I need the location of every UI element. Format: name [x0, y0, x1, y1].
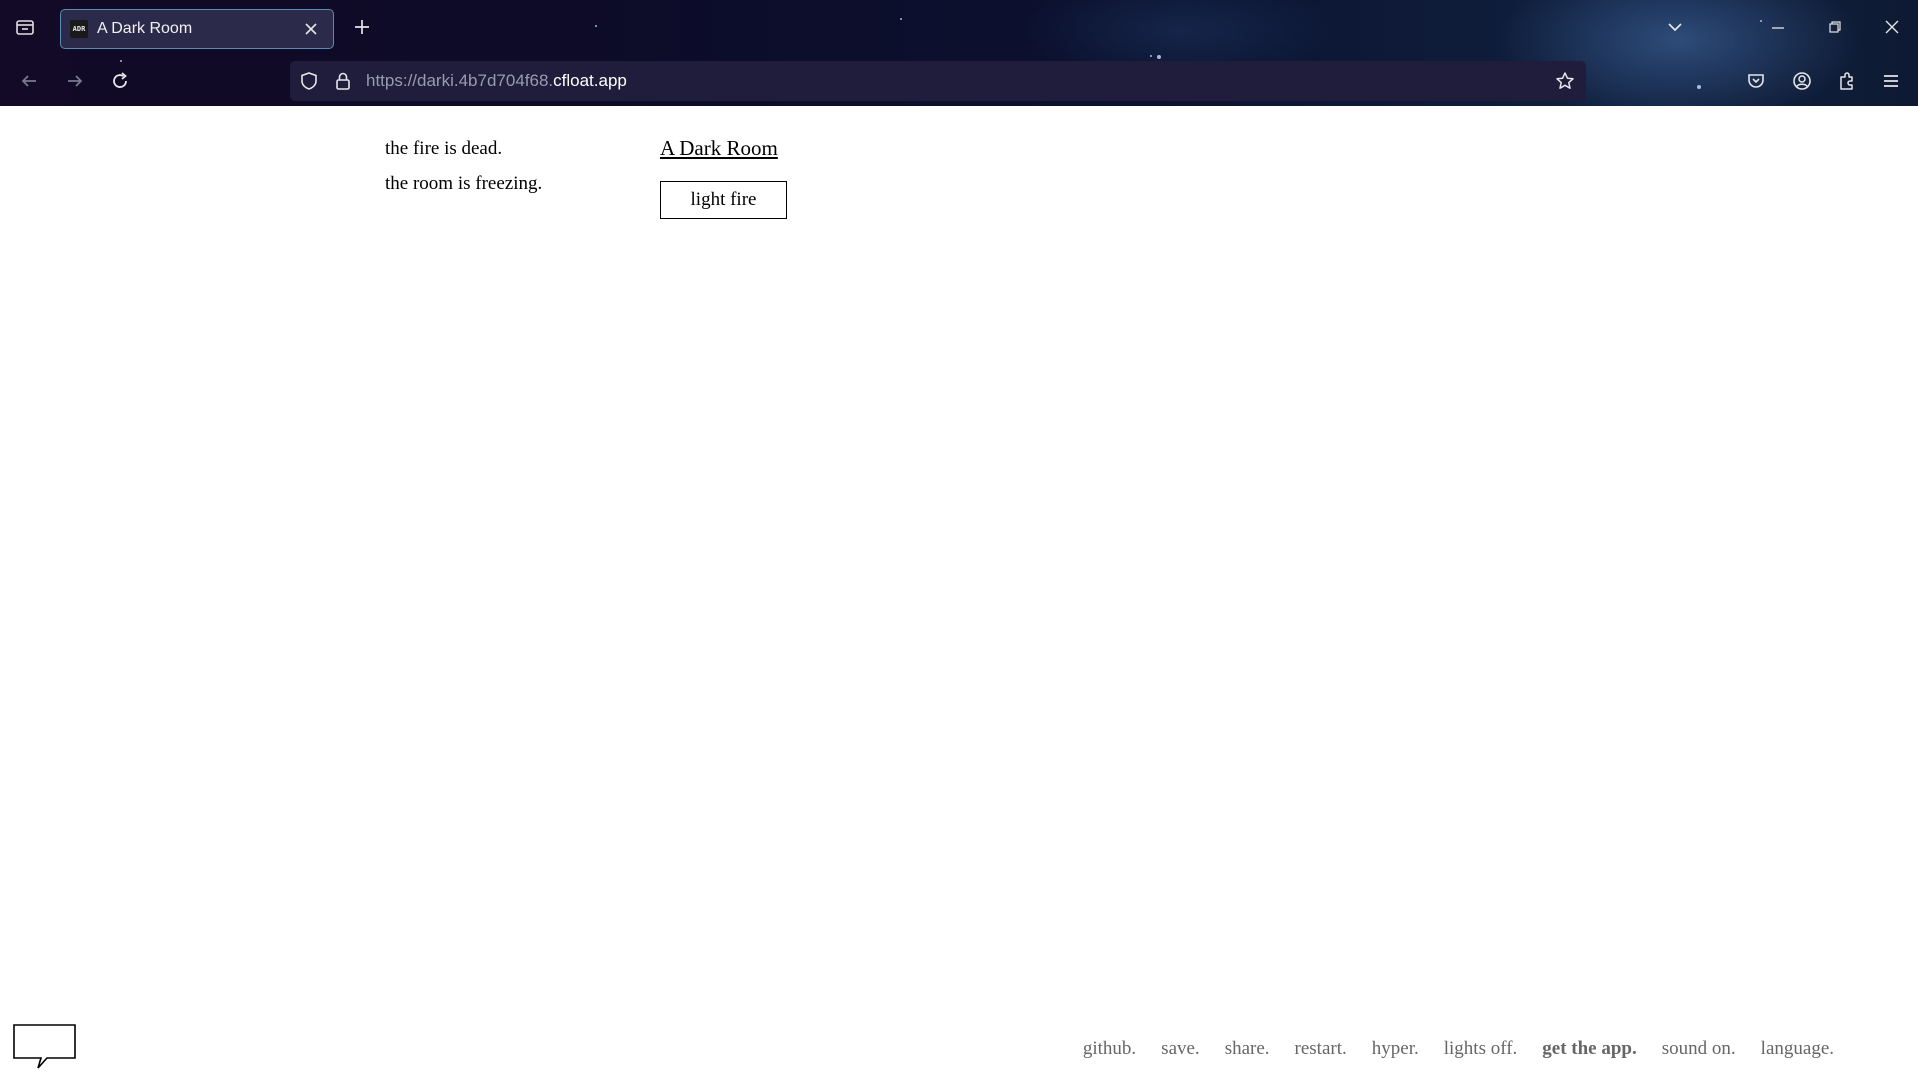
lights-off-link[interactable]: lights off. [1444, 1038, 1518, 1060]
save-link[interactable]: save. [1161, 1038, 1200, 1060]
url-text: https://darki.4b7d704f68.cfloat.app [366, 71, 627, 91]
speech-bubble-icon[interactable] [13, 1024, 77, 1072]
get-the-app-link[interactable]: get the app. [1542, 1038, 1636, 1060]
tab-close-icon[interactable] [301, 19, 321, 39]
star-decoration [1697, 85, 1701, 89]
address-bar[interactable]: https://darki.4b7d704f68.cfloat.app [290, 61, 1586, 101]
language-link[interactable]: language. [1761, 1038, 1834, 1060]
back-arrow-icon[interactable] [18, 70, 40, 92]
tracking-shield-icon[interactable] [298, 70, 320, 92]
minimize-window-icon[interactable] [1767, 16, 1789, 38]
github-link[interactable]: github. [1083, 1038, 1136, 1060]
url-host: cfloat.app [553, 71, 627, 90]
notification-message: the room is freezing. [385, 173, 543, 194]
extensions-puzzle-icon[interactable] [1836, 70, 1858, 92]
restore-window-icon[interactable] [1824, 16, 1846, 38]
sound-on-link[interactable]: sound on. [1662, 1038, 1736, 1060]
tab-list-icon[interactable] [14, 16, 36, 38]
hamburger-menu-icon[interactable] [1880, 70, 1902, 92]
account-icon[interactable] [1791, 70, 1813, 92]
lock-icon[interactable] [332, 70, 354, 92]
tab-title: A Dark Room [97, 20, 193, 37]
notifications-panel: the fire is dead. the room is freezing. [385, 131, 542, 201]
tab-favicon: ADR [70, 20, 88, 38]
browser-tab-active[interactable]: ADR A Dark Room [60, 9, 334, 49]
location-header-room[interactable]: A Dark Room [660, 131, 778, 166]
restart-link[interactable]: restart. [1295, 1038, 1347, 1060]
notification-message: the fire is dead. [385, 138, 503, 159]
game-page: the fire is dead. the room is freezing. … [0, 106, 1918, 1078]
star-decoration [595, 25, 597, 27]
share-link[interactable]: share. [1225, 1038, 1270, 1060]
star-decoration [1157, 55, 1161, 59]
new-tab-icon[interactable] [351, 16, 373, 38]
light-fire-button[interactable]: light fire [660, 181, 787, 219]
star-decoration [120, 60, 122, 62]
browser-chrome: ADR A Dark Room https://darki.4b7d704f68… [0, 0, 1918, 106]
forward-arrow-icon[interactable] [64, 70, 86, 92]
star-decoration [900, 18, 902, 20]
footer-menu: github. save. share. restart. hyper. lig… [1058, 1038, 1834, 1060]
reload-icon[interactable] [109, 70, 131, 92]
star-decoration [1760, 20, 1762, 22]
bookmark-star-icon[interactable] [1554, 70, 1576, 92]
pocket-icon[interactable] [1745, 70, 1767, 92]
url-prefix: https://darki.4b7d704f68. [366, 71, 554, 90]
hyper-link[interactable]: hyper. [1372, 1038, 1419, 1060]
star-decoration [1150, 55, 1152, 57]
list-all-tabs-chevron-icon[interactable] [1664, 16, 1686, 38]
close-window-icon[interactable] [1881, 16, 1903, 38]
